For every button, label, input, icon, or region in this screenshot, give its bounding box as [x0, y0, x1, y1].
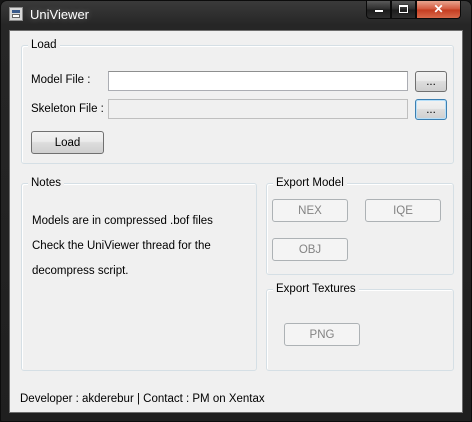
window-title: UniViewer [30, 7, 90, 22]
notes-line: Check the UniViewer thread for the [32, 239, 211, 252]
export-textures-group: Export Textures PNG [266, 282, 454, 371]
load-button[interactable]: Load [31, 131, 104, 154]
model-browse-button[interactable]: ... [415, 71, 447, 92]
load-group: Load Model File : ... Skeleton File : ..… [21, 38, 454, 164]
notes-text: Models are in compressed .bof files Chec… [32, 202, 252, 290]
obj-button[interactable]: OBJ [272, 238, 348, 261]
close-button[interactable]: ✕ [416, 1, 461, 19]
title-bar[interactable]: UniViewer ✕ [1, 1, 471, 31]
notes-group-legend: Notes [28, 176, 65, 190]
client-area: Load Model File : ... Skeleton File : ..… [9, 30, 463, 413]
export-model-group: Export Model NEX IQE OBJ [266, 176, 454, 275]
minimize-button[interactable] [366, 1, 391, 19]
export-textures-group-legend: Export Textures [273, 282, 359, 296]
close-icon: ✕ [433, 2, 444, 16]
iqe-button[interactable]: IQE [365, 199, 441, 222]
notes-line: Models are in compressed .bof files [32, 214, 213, 227]
export-model-group-legend: Export Model [273, 176, 347, 190]
maximize-button[interactable] [391, 1, 416, 19]
minimize-icon [374, 10, 383, 12]
skeleton-file-label: Skeleton File : [31, 103, 104, 115]
png-button[interactable]: PNG [284, 323, 360, 346]
app-window: UniViewer ✕ Load Model File : ... Skelet… [0, 0, 472, 422]
skeleton-browse-button[interactable]: ... [415, 99, 447, 120]
model-file-input[interactable] [108, 71, 408, 91]
load-group-legend: Load [28, 38, 60, 52]
maximize-icon [399, 5, 408, 13]
status-bar-text: Developer : akderebur | Contact : PM on … [20, 393, 265, 405]
notes-group: Notes Models are in compressed .bof file… [21, 176, 257, 371]
nex-button[interactable]: NEX [272, 199, 348, 222]
app-window-icon[interactable] [9, 7, 23, 21]
notes-line: decompress script. [32, 264, 129, 277]
model-file-label: Model File : [31, 74, 91, 86]
skeleton-file-input[interactable] [108, 99, 408, 119]
